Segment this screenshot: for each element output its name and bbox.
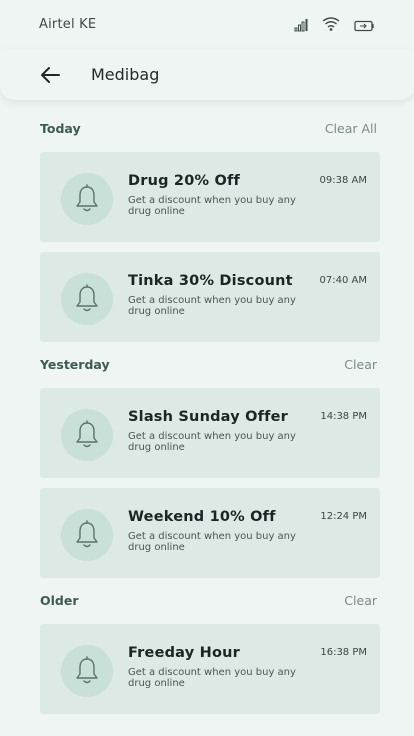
notification-title: Slash Sunday Offer bbox=[128, 409, 289, 425]
clear-button[interactable]: Clear bbox=[344, 357, 377, 372]
notification-time: 14:38 PM bbox=[320, 411, 367, 422]
bell-icon bbox=[61, 173, 113, 225]
wifi-icon bbox=[322, 16, 340, 36]
app-header: Medibag bbox=[0, 50, 414, 100]
bell-icon bbox=[61, 645, 113, 697]
section-title: Today bbox=[40, 121, 81, 136]
notification-card[interactable]: Freeday Hour Get a discount when you buy… bbox=[40, 624, 380, 714]
notification-time: 09:38 AM bbox=[319, 175, 367, 186]
notification-title: Freeday Hour bbox=[128, 645, 240, 661]
carrier-name: Airtel KE bbox=[39, 17, 97, 32]
arrow-left-icon bbox=[41, 67, 60, 83]
section-title: Yesterday bbox=[40, 357, 110, 372]
status-icons bbox=[294, 16, 374, 36]
notification-time: 07:40 AM bbox=[319, 275, 367, 286]
notification-body: Get a discount when you buy any drug onl… bbox=[128, 295, 296, 317]
battery-icon bbox=[354, 17, 374, 36]
page-title: Medibag bbox=[91, 65, 160, 84]
section-header-today: Today Clear All bbox=[40, 121, 377, 141]
notification-card[interactable]: Slash Sunday Offer Get a discount when y… bbox=[40, 388, 380, 478]
bell-icon bbox=[61, 273, 113, 325]
section-header-older: Older Clear bbox=[40, 593, 377, 613]
notification-card[interactable]: Weekend 10% Off Get a discount when you … bbox=[40, 488, 380, 578]
notification-title: Tinka 30% Discount bbox=[128, 273, 293, 289]
section-header-yesterday: Yesterday Clear bbox=[40, 357, 377, 377]
notification-body: Get a discount when you buy any drug onl… bbox=[128, 531, 296, 553]
status-bar: Airtel KE bbox=[0, 0, 414, 50]
clear-button[interactable]: Clear bbox=[344, 593, 377, 608]
clear-all-button[interactable]: Clear All bbox=[325, 121, 377, 136]
bell-icon bbox=[61, 409, 113, 461]
back-button[interactable] bbox=[38, 64, 64, 86]
notification-body: Get a discount when you buy any drug onl… bbox=[128, 431, 296, 453]
notification-title: Weekend 10% Off bbox=[128, 509, 276, 525]
signal-icon bbox=[294, 17, 308, 36]
notification-card[interactable]: Tinka 30% Discount Get a discount when y… bbox=[40, 252, 380, 342]
notification-time: 12:24 PM bbox=[320, 511, 367, 522]
bell-icon bbox=[61, 509, 113, 561]
notification-card[interactable]: Drug 20% Off Get a discount when you buy… bbox=[40, 152, 380, 242]
notification-title: Drug 20% Off bbox=[128, 173, 241, 189]
notification-body: Get a discount when you buy any drug onl… bbox=[128, 195, 296, 217]
notification-time: 16:38 PM bbox=[320, 647, 367, 658]
notification-body: Get a discount when you buy any drug onl… bbox=[128, 667, 296, 689]
section-title: Older bbox=[40, 593, 79, 608]
